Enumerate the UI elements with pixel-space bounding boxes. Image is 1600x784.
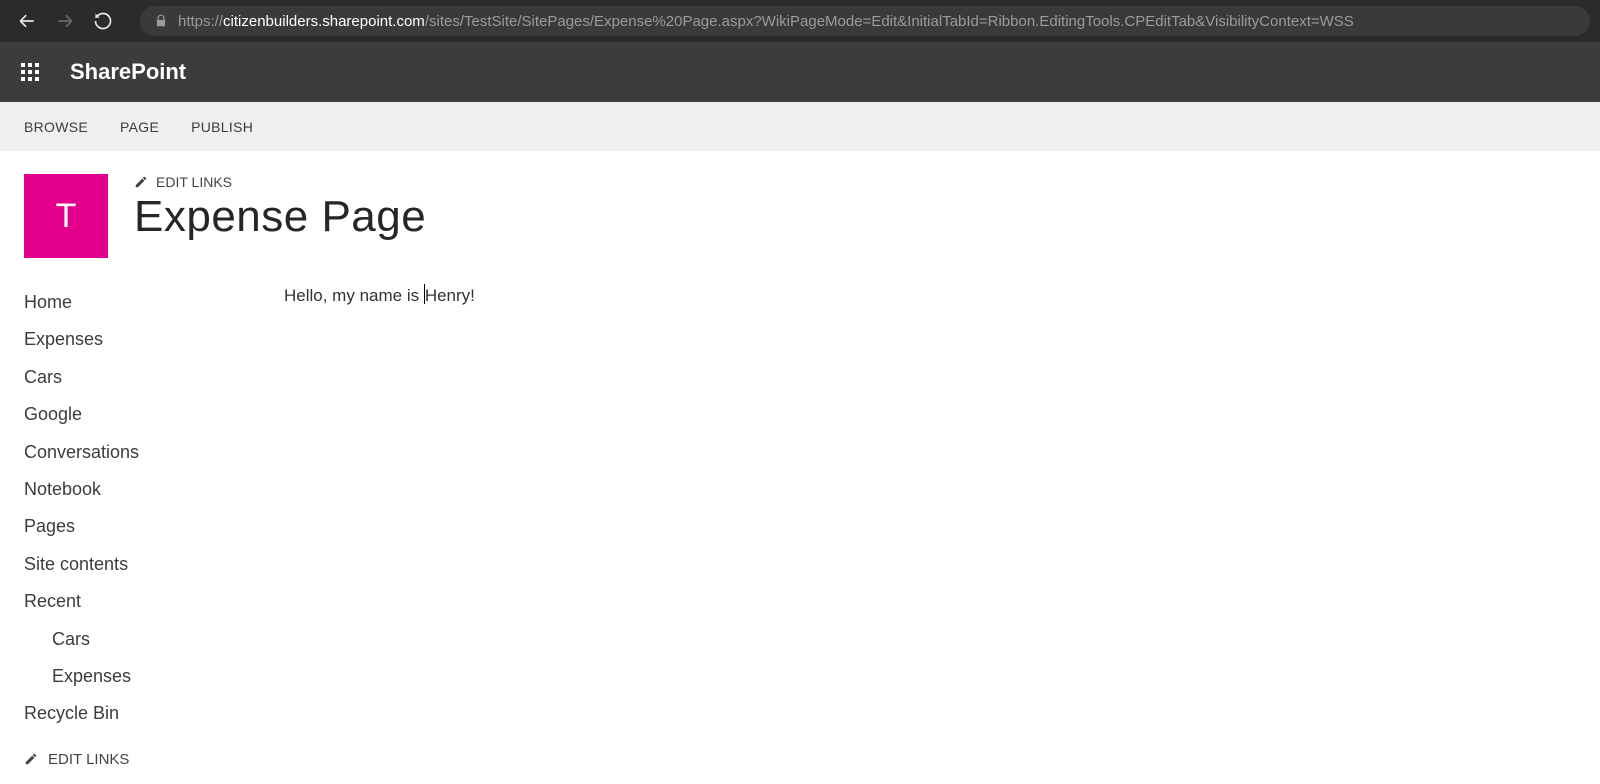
waffle-icon (21, 63, 39, 81)
nav-item-notebook[interactable]: Notebook (24, 471, 284, 508)
reload-icon (93, 11, 113, 31)
nav-item-conversations[interactable]: Conversations (24, 434, 284, 471)
nav-item-recent[interactable]: Recent (24, 583, 284, 620)
page-title: Expense Page (134, 192, 426, 242)
suite-bar: SharePoint (0, 42, 1600, 102)
ribbon-tab-browse[interactable]: BROWSE (24, 119, 88, 135)
reload-button[interactable] (86, 4, 120, 38)
nav-item-expenses[interactable]: Expenses (24, 321, 284, 358)
edit-links-top-label: EDIT LINKS (156, 174, 232, 190)
url-path: /sites/TestSite/SitePages/Expense%20Page… (425, 13, 1354, 30)
brand-label[interactable]: SharePoint (70, 59, 186, 85)
site-logo[interactable]: T (24, 174, 108, 258)
url-prefix: https:// (178, 13, 223, 30)
lock-icon (154, 14, 168, 28)
nav-item-google[interactable]: Google (24, 396, 284, 433)
left-navigation: Home Expenses Cars Google Conversations … (24, 284, 284, 768)
content-text[interactable]: Hello, my name is Henry! (284, 284, 1576, 306)
pencil-icon (134, 175, 148, 189)
nav-item-site-contents[interactable]: Site contents (24, 546, 284, 583)
nav-item-cars[interactable]: Cars (24, 359, 284, 396)
url-host: citizenbuilders.sharepoint.com (223, 13, 425, 30)
app-launcher-button[interactable] (10, 52, 50, 92)
nav-item-pages[interactable]: Pages (24, 508, 284, 545)
arrow-left-icon (17, 11, 37, 31)
ribbon-tab-page[interactable]: PAGE (120, 119, 159, 135)
site-logo-letter: T (56, 197, 77, 236)
nav-item-recycle-bin[interactable]: Recycle Bin (24, 695, 284, 732)
content-text-after: Henry! (425, 286, 475, 305)
edit-links-top-button[interactable]: EDIT LINKS (134, 174, 426, 190)
edit-links-bottom-label: EDIT LINKS (48, 751, 129, 768)
nav-item-recent-cars[interactable]: Cars (24, 621, 284, 658)
ribbon-tab-publish[interactable]: PUBLISH (191, 119, 253, 135)
browser-toolbar: https://citizenbuilders.sharepoint.com/s… (0, 0, 1600, 42)
content-text-before: Hello, my name is (284, 286, 424, 305)
edit-links-bottom-button[interactable]: EDIT LINKS (24, 751, 284, 768)
nav-item-home[interactable]: Home (24, 284, 284, 321)
back-button[interactable] (10, 4, 44, 38)
pencil-icon (24, 752, 38, 766)
arrow-right-icon (55, 11, 75, 31)
forward-button[interactable] (48, 4, 82, 38)
page-content-area[interactable]: Hello, my name is Henry! (284, 284, 1576, 768)
nav-item-recent-expenses[interactable]: Expenses (24, 658, 284, 695)
page-header: T EDIT LINKS Expense Page (0, 152, 1600, 268)
ribbon: BROWSE PAGE PUBLISH (0, 102, 1600, 152)
address-bar[interactable]: https://citizenbuilders.sharepoint.com/s… (140, 6, 1590, 36)
